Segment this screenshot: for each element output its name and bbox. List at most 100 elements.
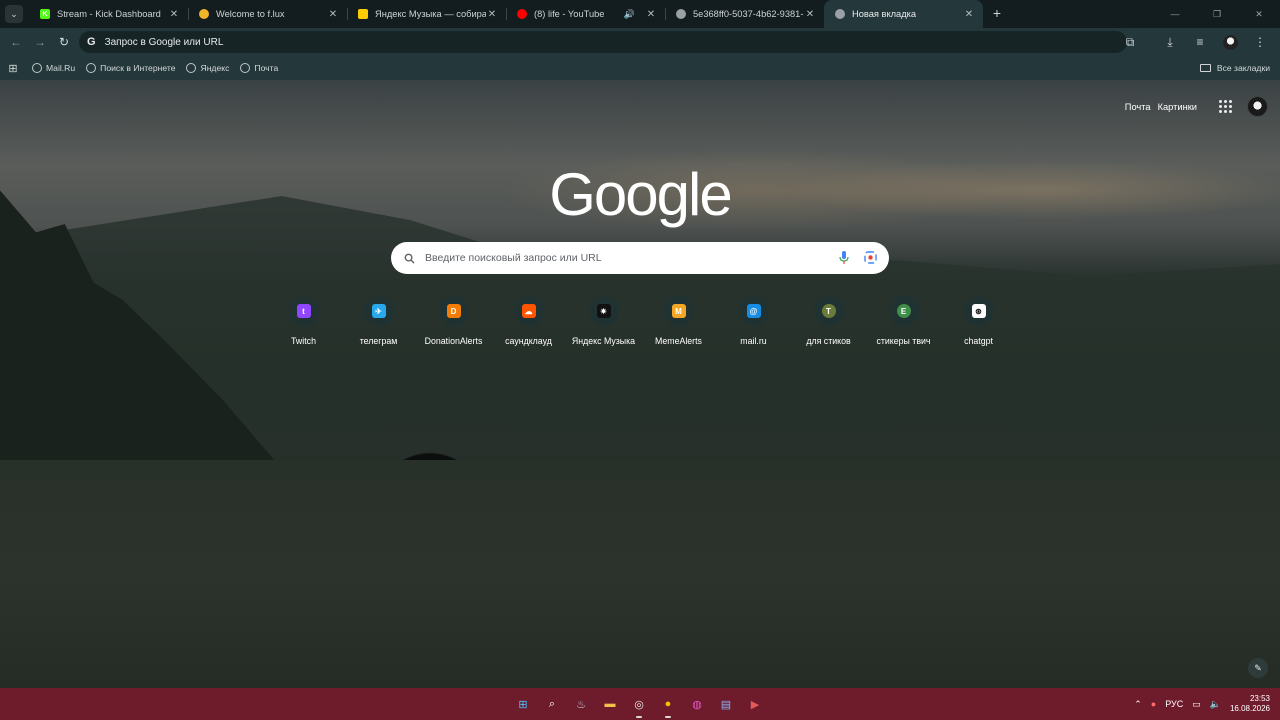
shortcut-tile[interactable]: ✷ Яндекс Музыка [566, 296, 641, 346]
browser-tab[interactable]: Новая вкладка ✕ [824, 0, 983, 28]
reload-icon: ↻ [58, 35, 70, 49]
arrow-right-icon: → [34, 35, 46, 49]
chevron-up-icon[interactable]: ⌃ [1134, 699, 1142, 710]
search-input[interactable] [425, 252, 825, 264]
pencil-icon: ✎ [1254, 662, 1262, 673]
tab-title: 5e368ff0-5037-4b62-9381-85d [693, 9, 804, 19]
shortcut-label: chatgpt [964, 336, 993, 346]
bookmark-item[interactable]: Яндекс [186, 63, 229, 73]
bookmark-item[interactable]: Mail.Ru [32, 63, 75, 73]
tab-title: Новая вкладка [852, 9, 917, 19]
forward-button[interactable]: → [28, 30, 52, 54]
gmail-link[interactable]: Почта [1125, 102, 1151, 112]
start-icon[interactable]: ⊞ [512, 693, 534, 715]
bookmark-item[interactable]: Поиск в Интернете [86, 63, 175, 73]
google-apps-icon[interactable] [1219, 99, 1233, 114]
menu-button[interactable]: ⋮ [1248, 30, 1272, 54]
file-explorer-icon[interactable]: ▬ [599, 693, 621, 715]
chrome-icon [835, 9, 845, 19]
chrome-icon[interactable]: ● [657, 693, 679, 718]
audio-playing-icon[interactable]: 🔊 [624, 9, 635, 20]
tab-title: Welcome to f.lux [216, 9, 285, 19]
browser-tab[interactable]: 5e368ff0-5037-4b62-9381-85d✕ [665, 0, 824, 28]
microphone-icon[interactable] [839, 251, 849, 265]
shortcut-label: MemeAlerts [655, 336, 702, 346]
system-tray: ⌃ ● РУС ▭ 🔈 23:53 16.08.2026 [1134, 688, 1280, 720]
language-indicator[interactable]: РУС [1165, 699, 1183, 709]
close-tab-icon[interactable]: ✕ [327, 9, 339, 20]
youtube-icon [517, 9, 527, 19]
shortcut-label: DonationAlerts [424, 336, 483, 346]
close-tab-icon[interactable]: ✕ [486, 9, 498, 20]
taskbar-apps: ⊞ ⌕ ♨ ▬ ◎ ● ◍ ▤ ▶ [512, 693, 766, 718]
chevron-down-icon: ⌄ [10, 8, 18, 19]
kick-icon: K [40, 9, 50, 19]
volume-icon[interactable]: 🔈 [1210, 699, 1221, 710]
background-meadow [0, 460, 1280, 688]
search-icon[interactable]: ⌕ [541, 693, 563, 715]
images-link[interactable]: Картинки [1158, 102, 1197, 112]
google-logo: Google [549, 161, 732, 228]
close-tab-icon[interactable]: ✕ [168, 9, 180, 20]
all-bookmarks-label: Все закладки [1216, 63, 1270, 73]
shortcut-tile[interactable]: Tдля стиков [791, 296, 866, 346]
shortcut-tile[interactable]: M MemeAlerts [641, 296, 716, 346]
terminal-icon[interactable]: ▶ [744, 693, 766, 715]
profile-button[interactable] [1218, 30, 1242, 54]
shortcut-icon-wrap: E [888, 296, 919, 326]
shortcut-label: стикеры твич [876, 336, 931, 346]
steam-icon[interactable]: ♨ [570, 693, 592, 715]
all-bookmarks-button[interactable]: Все закладки [1199, 63, 1270, 73]
microphone-icon[interactable]: ● [1151, 699, 1156, 709]
globe-icon [32, 63, 42, 73]
maximize-button[interactable]: ❐ [1196, 0, 1238, 28]
apps-grid-icon: ⊞ [8, 62, 18, 75]
shortcut-label: для стиков [806, 336, 851, 346]
twitch-chat-icon[interactable]: ◍ [686, 693, 708, 715]
tab-search-button[interactable]: ⌄ [5, 5, 23, 23]
search-box[interactable] [391, 242, 889, 274]
address-bar[interactable]: G [79, 31, 1127, 53]
tab-title: (8) life - YouTube [534, 9, 605, 19]
shortcut-icon-wrap: M [663, 296, 694, 326]
browser-tab[interactable]: (8) life - YouTube 🔊 ✕ [506, 0, 665, 28]
obs-icon[interactable]: ◎ [628, 693, 650, 718]
shortcut-tile[interactable]: ☁ саундклауд [491, 296, 566, 346]
google-top-links: Почта Картинки [1118, 96, 1268, 117]
downloads-button[interactable]: ⤓ [1158, 30, 1182, 54]
google-account-avatar[interactable] [1247, 96, 1268, 117]
bookmark-item[interactable]: Почта [240, 63, 278, 73]
shortcut-tile[interactable]: D DonationAlerts [416, 296, 491, 346]
browser-tab[interactable]: K Stream - Kick Dashboard ✕ [29, 0, 188, 28]
shortcut-tile[interactable]: Eстикеры твич [866, 296, 941, 346]
extensions-button[interactable]: ⧉ [1118, 30, 1142, 54]
back-button[interactable]: ← [4, 30, 28, 54]
shortcut-tile[interactable]: @ mail.ru [716, 296, 791, 346]
avatar [1222, 34, 1238, 50]
clock-date: 16.08.2026 [1229, 704, 1270, 713]
browser-tab[interactable]: Яндекс Музыка — собираем м✕ [347, 0, 506, 28]
clock-time: 23:53 [1249, 694, 1270, 703]
shortcut-tile[interactable]: ⊛ chatgpt [941, 296, 1016, 346]
close-tab-icon[interactable]: ✕ [645, 9, 657, 20]
arrow-left-icon: ← [10, 35, 22, 49]
clock[interactable]: 23:53 16.08.2026 [1230, 694, 1270, 714]
close-tab-icon[interactable]: ✕ [804, 9, 816, 20]
address-input[interactable] [104, 36, 705, 48]
shortcut-tile[interactable]: ✈ телеграм [341, 296, 416, 346]
apps-shortcut-button[interactable]: ⊞ [0, 62, 26, 75]
network-icon[interactable]: ▭ [1192, 699, 1201, 710]
close-window-button[interactable]: ✕ [1238, 0, 1280, 28]
browser-tab[interactable]: Welcome to f.lux ✕ [188, 0, 347, 28]
puzzle-icon: ⧉ [1125, 34, 1135, 49]
mailru-icon: @ [746, 304, 761, 318]
notepad-icon[interactable]: ▤ [715, 693, 737, 715]
close-tab-icon[interactable]: ✕ [963, 9, 975, 20]
customize-page-button[interactable]: ✎ [1248, 658, 1268, 678]
shortcut-tile[interactable]: t Twitch [266, 296, 341, 346]
media-controls-button[interactable]: ≡ [1188, 30, 1212, 54]
minimize-button[interactable]: — [1154, 0, 1196, 28]
google-lens-icon[interactable] [864, 251, 877, 264]
new-tab-button[interactable]: + [987, 5, 1007, 21]
reload-button[interactable]: ↻ [52, 30, 76, 54]
